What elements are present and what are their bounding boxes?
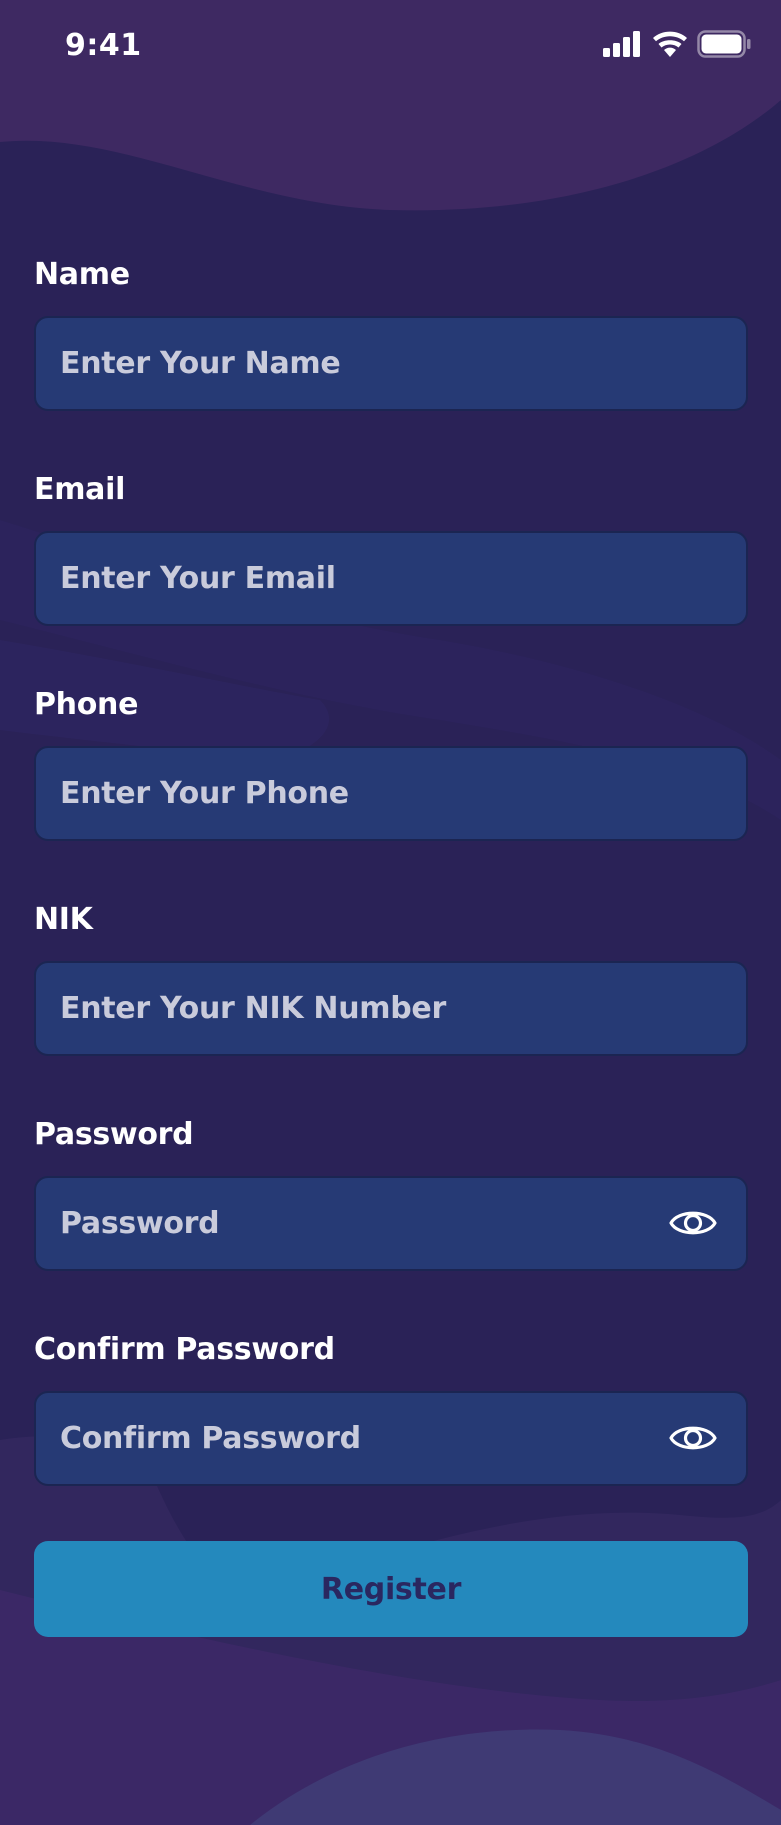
eye-icon[interactable] [668,1415,718,1461]
nik-input[interactable] [60,963,660,1054]
password-label: Password [34,1117,194,1152]
status-icons [603,30,751,58]
signal-icon [603,31,640,57]
eye-icon[interactable] [668,1200,718,1246]
password-field[interactable] [34,1176,748,1271]
nik-field[interactable] [34,961,748,1056]
email-label: Email [34,472,126,507]
register-screen: 9:41 Name Enter Your Name Email Enter Yo… [0,0,781,1825]
email-input[interactable] [60,533,660,624]
status-bar: 9:41 [0,0,781,100]
register-button-label: Register [320,1571,462,1607]
name-label: Name [34,257,130,292]
name-input[interactable] [60,318,660,409]
register-button[interactable]: Register [34,1541,748,1637]
email-field[interactable] [34,531,748,626]
wifi-icon [653,31,687,57]
confirm-password-label: Confirm Password [34,1332,335,1367]
phone-input[interactable] [60,748,660,839]
phone-label: Phone [34,687,139,722]
phone-field[interactable] [34,746,748,841]
nik-label: NIK [34,902,93,937]
confirm-password-field[interactable] [34,1391,748,1486]
confirm-password-input[interactable] [60,1393,660,1484]
status-time: 9:41 [65,28,142,63]
password-input[interactable] [60,1178,660,1269]
battery-icon [697,30,751,58]
name-field[interactable] [34,316,748,411]
